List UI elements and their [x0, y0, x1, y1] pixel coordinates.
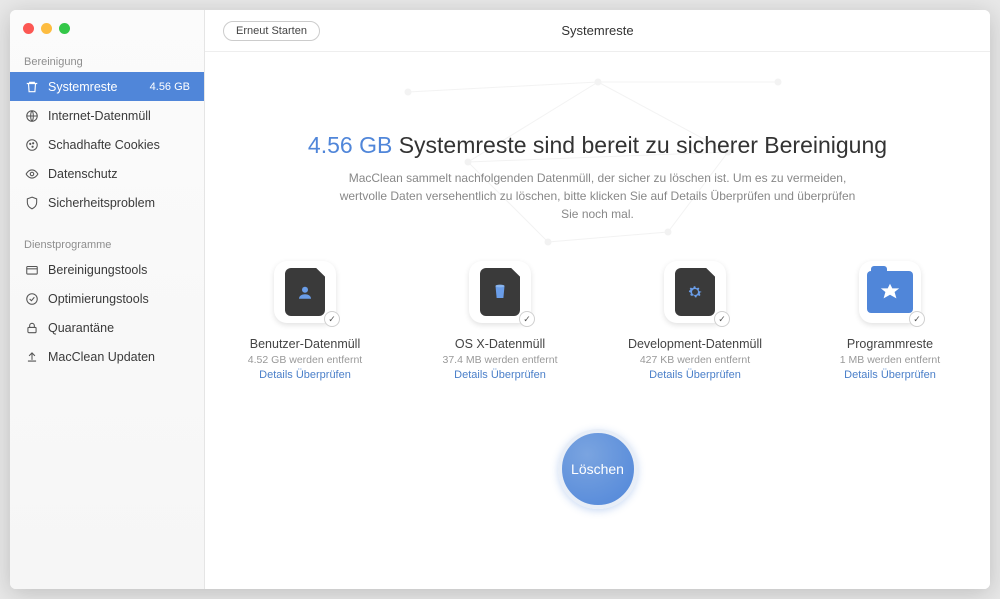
check-badge-icon: ✓: [714, 311, 730, 327]
category-apps: ✓ Programmreste 1 MB werden entfernt Det…: [820, 261, 960, 381]
check-badge-icon: ✓: [324, 311, 340, 327]
check-icon: [24, 291, 39, 306]
sidebar-item-label: Systemreste: [48, 80, 141, 94]
maximize-icon[interactable]: [59, 23, 70, 34]
category-icon-wrap[interactable]: ✓: [859, 261, 921, 323]
content-area: 4.56 GB Systemreste sind bereit zu siche…: [205, 52, 990, 589]
sidebar-item-cookies[interactable]: Schadhafte Cookies: [10, 130, 204, 159]
sidebar-item-quarantane[interactable]: Quarantäne: [10, 313, 204, 342]
user-file-icon: [285, 268, 325, 316]
lock-icon: [24, 320, 39, 335]
check-badge-icon: ✓: [909, 311, 925, 327]
sidebar-group-tools: Bereinigungstools Optimierungstools Quar…: [10, 255, 204, 371]
headline: 4.56 GB Systemreste sind bereit zu siche…: [308, 132, 887, 159]
check-badge-icon: ✓: [519, 311, 535, 327]
sidebar-item-label: Schadhafte Cookies: [48, 138, 190, 152]
category-icon-wrap[interactable]: ✓: [664, 261, 726, 323]
sidebar-item-datenschutz[interactable]: Datenschutz: [10, 159, 204, 188]
shield-icon: [24, 195, 39, 210]
sidebar-item-internet[interactable]: Internet-Datenmüll: [10, 101, 204, 130]
close-icon[interactable]: [23, 23, 34, 34]
category-dev: ✓ Development-Datenmüll 427 KB werden en…: [625, 261, 765, 381]
category-title: Programmreste: [847, 337, 933, 351]
gear-file-icon: [675, 268, 715, 316]
sidebar-group-cleanup: Systemreste 4.56 GB Internet-Datenmüll S…: [10, 72, 204, 217]
sidebar-item-label: Bereinigungstools: [48, 263, 190, 277]
headline-size: 4.56 GB: [308, 132, 392, 158]
details-link[interactable]: Details Überprüfen: [454, 369, 546, 381]
sidebar-item-label: Sicherheitsproblem: [48, 196, 190, 210]
app-folder-icon: [867, 271, 913, 313]
sidebar-section-cleanup: Bereinigung: [10, 50, 204, 72]
sidebar-item-label: Quarantäne: [48, 321, 190, 335]
category-size: 4.52 GB werden entfernt: [248, 354, 362, 366]
sidebar-item-systemreste[interactable]: Systemreste 4.56 GB: [10, 72, 204, 101]
eye-icon: [24, 166, 39, 181]
globe-icon: [24, 108, 39, 123]
details-link[interactable]: Details Überprüfen: [844, 369, 936, 381]
sidebar-item-bereinigungstools[interactable]: Bereinigungstools: [10, 255, 204, 284]
headline-text: Systemreste sind bereit zu sicherer Bere…: [392, 132, 887, 158]
sidebar-section-tools: Dienstprogramme: [10, 233, 204, 255]
sidebar-item-label: MacClean Updaten: [48, 350, 190, 364]
trash-icon: [24, 79, 39, 94]
category-size: 37.4 MB werden entfernt: [443, 354, 558, 366]
categories-row: ✓ Benutzer-Datenmüll 4.52 GB werden entf…: [235, 261, 960, 381]
main-panel: Erneut Starten Systemreste: [205, 10, 990, 589]
sidebar-item-label: Optimierungstools: [48, 292, 190, 306]
category-size: 1 MB werden entfernt: [840, 354, 940, 366]
sidebar-item-optimierungstools[interactable]: Optimierungstools: [10, 284, 204, 313]
sidebar: Bereinigung Systemreste 4.56 GB Internet…: [10, 10, 205, 589]
cookie-icon: [24, 137, 39, 152]
sidebar-item-label: Datenschutz: [48, 167, 190, 181]
category-icon-wrap[interactable]: ✓: [469, 261, 531, 323]
sidebar-item-sicherheit[interactable]: Sicherheitsproblem: [10, 188, 204, 217]
sidebar-item-label: Internet-Datenmüll: [48, 109, 190, 123]
category-title: Development-Datenmüll: [628, 337, 762, 351]
category-title: OS X-Datenmüll: [455, 337, 545, 351]
upload-icon: [24, 349, 39, 364]
window-controls: [10, 10, 204, 50]
sidebar-item-badge: 4.56 GB: [150, 81, 190, 93]
page-title: Systemreste: [561, 23, 633, 38]
restart-button[interactable]: Erneut Starten: [223, 21, 320, 41]
toolbar: Erneut Starten Systemreste: [205, 10, 990, 52]
folder-icon: [24, 262, 39, 277]
details-link[interactable]: Details Überprüfen: [259, 369, 351, 381]
minimize-icon[interactable]: [41, 23, 52, 34]
description: MacClean sammelt nachfolgenden Datenmüll…: [338, 169, 858, 223]
category-icon-wrap[interactable]: ✓: [274, 261, 336, 323]
details-link[interactable]: Details Überprüfen: [649, 369, 741, 381]
sidebar-item-updaten[interactable]: MacClean Updaten: [10, 342, 204, 371]
category-user: ✓ Benutzer-Datenmüll 4.52 GB werden entf…: [235, 261, 375, 381]
category-osx: ✓ OS X-Datenmüll 37.4 MB werden entfernt…: [430, 261, 570, 381]
trash-file-icon: [480, 268, 520, 316]
category-size: 427 KB werden entfernt: [640, 354, 750, 366]
delete-button[interactable]: Löschen: [558, 429, 638, 509]
app-window: Bereinigung Systemreste 4.56 GB Internet…: [10, 10, 990, 589]
category-title: Benutzer-Datenmüll: [250, 337, 360, 351]
